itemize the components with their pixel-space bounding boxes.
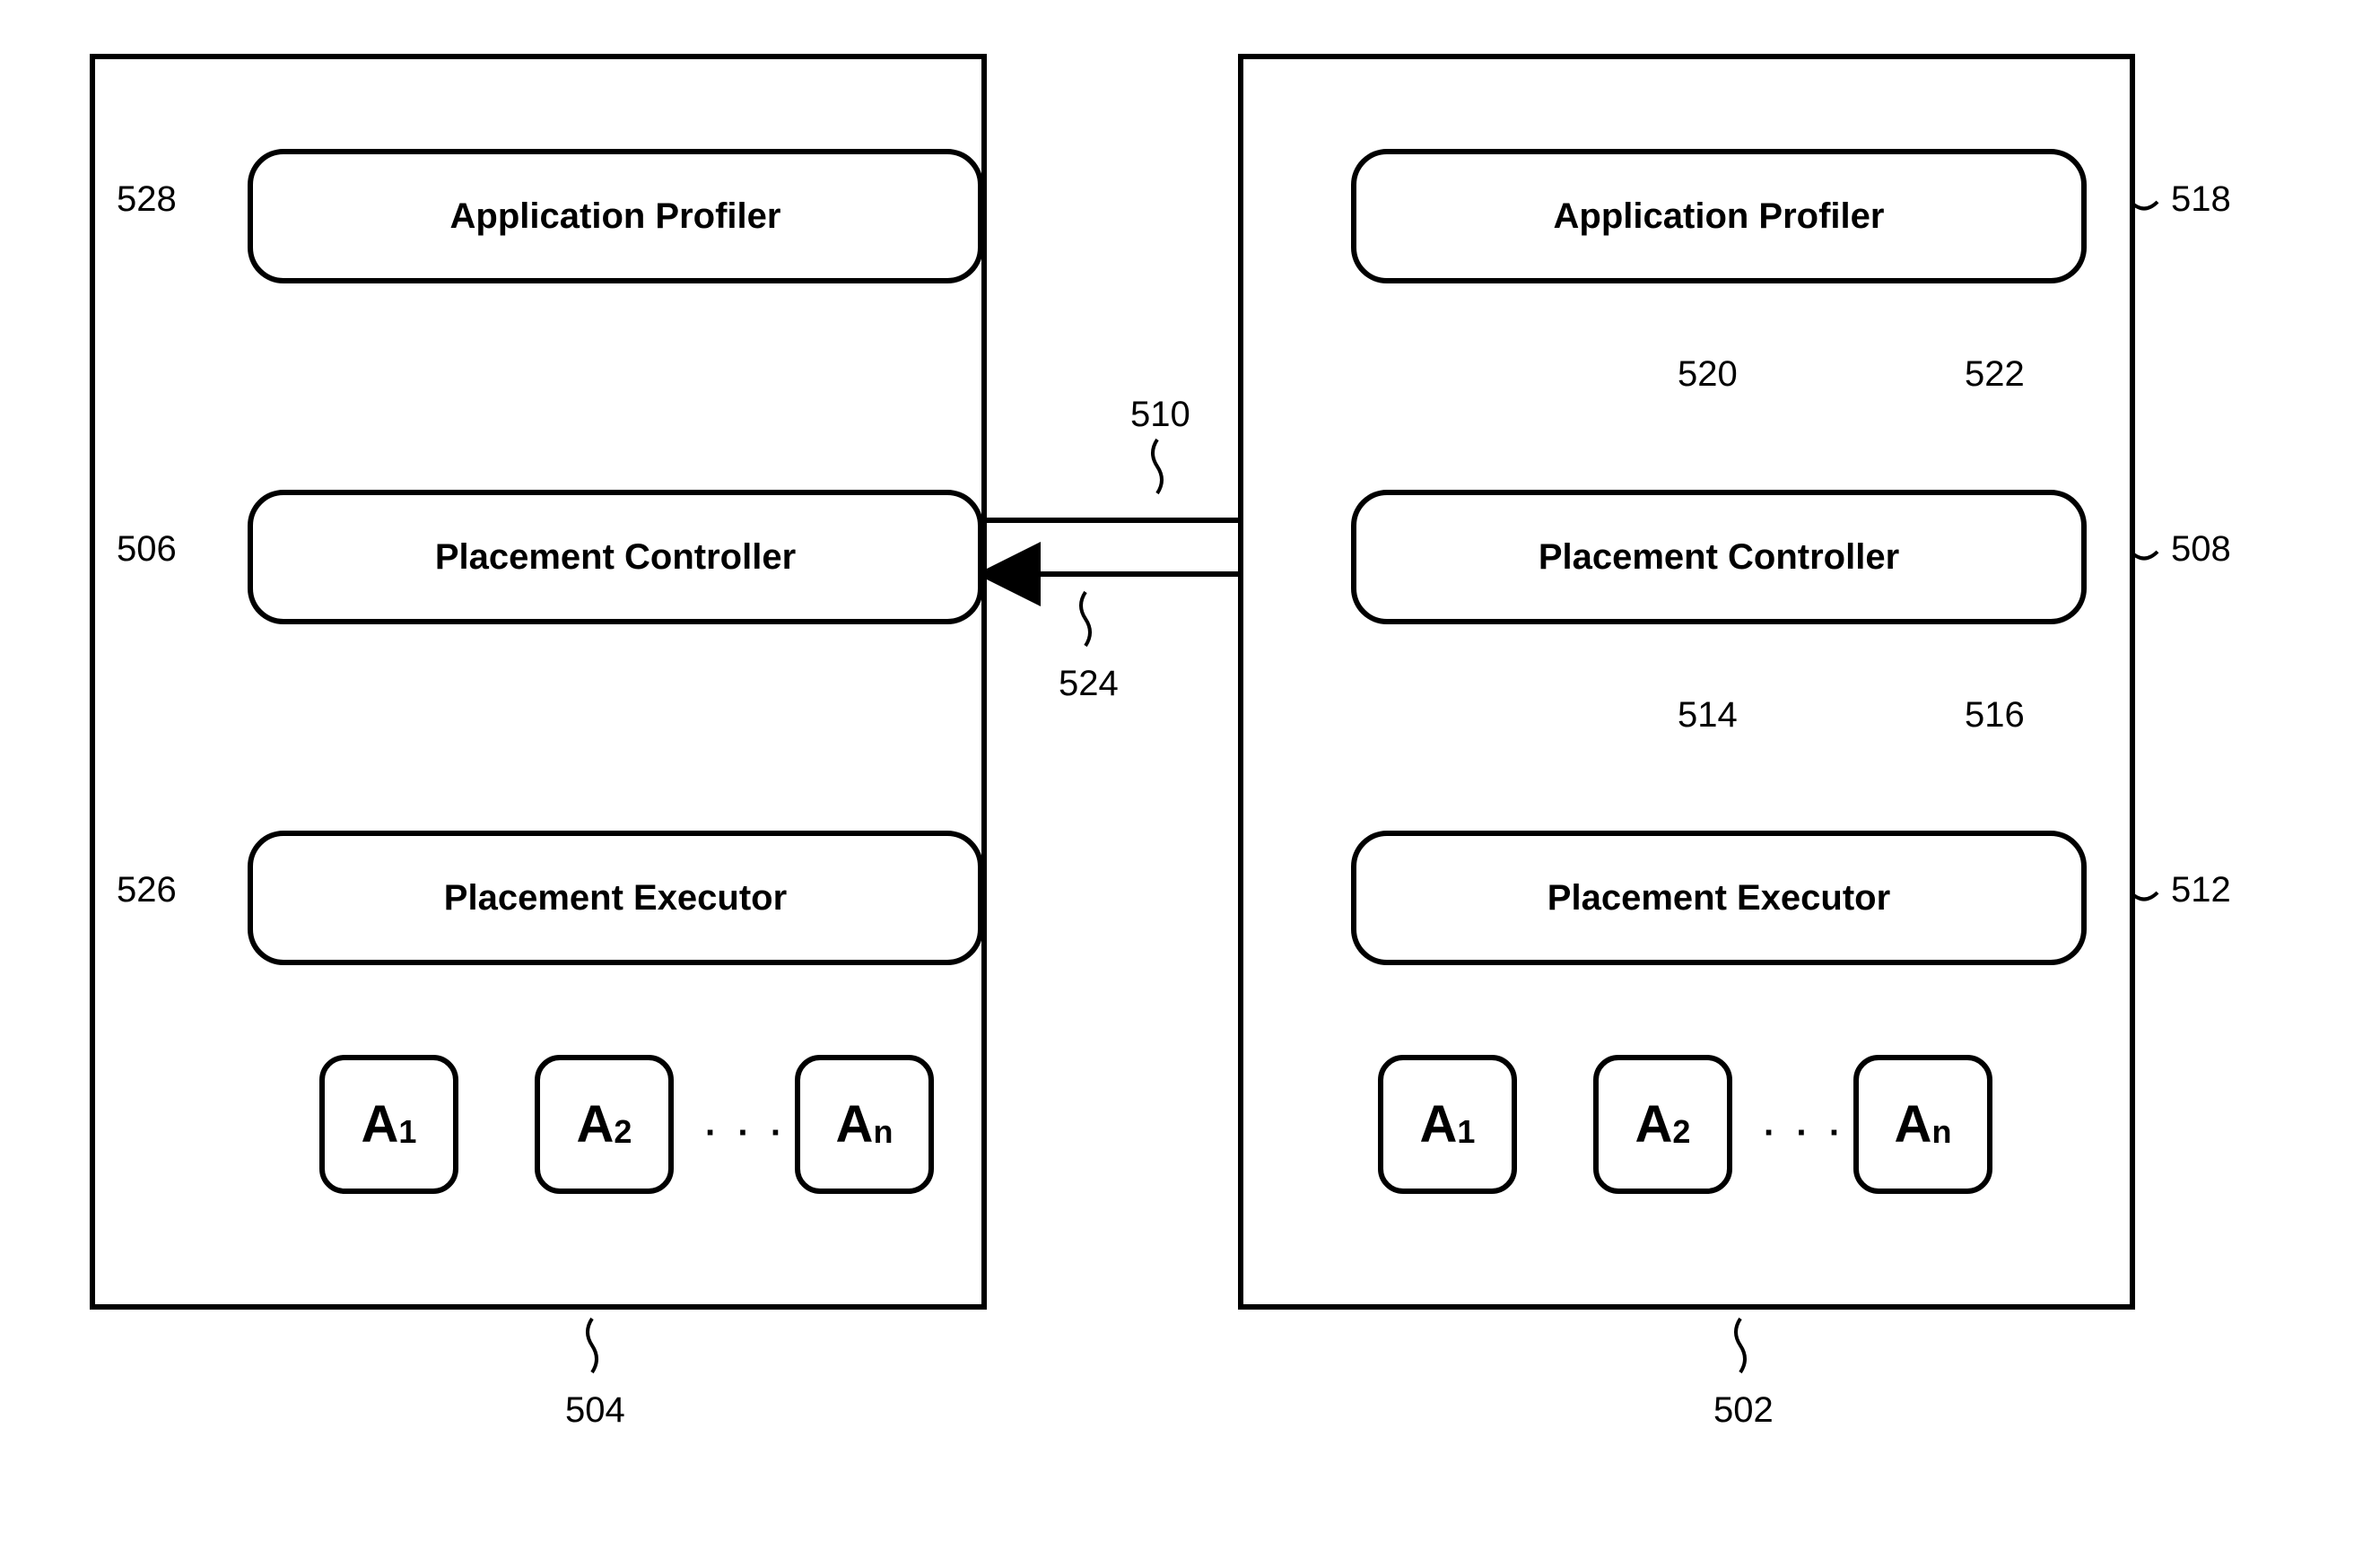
ref-526: 526: [117, 870, 177, 910]
left-node-container: Application Profiler Placement Controlle…: [90, 54, 987, 1310]
ref-524: 524: [1059, 664, 1119, 704]
app-an-right: An: [1853, 1055, 1992, 1194]
app-profiler-label-left: Application Profiler: [450, 196, 781, 237]
app-profiler-box-right: Application Profiler: [1351, 149, 2087, 283]
ref-512: 512: [2171, 870, 2231, 910]
placement-executor-label-left: Placement Executor: [444, 878, 787, 919]
app-a1-left: A1: [319, 1055, 458, 1194]
app-a1-right: A1: [1378, 1055, 1517, 1194]
app-an-left: An: [795, 1055, 934, 1194]
right-node-container: Application Profiler Placement Controlle…: [1238, 54, 2135, 1310]
placement-controller-box-left: Placement Controller: [248, 490, 983, 624]
ref-520: 520: [1678, 354, 1738, 395]
ref-518: 518: [2171, 179, 2231, 220]
placement-controller-label-left: Placement Controller: [435, 537, 796, 578]
apps-ellipsis-left: · · ·: [705, 1113, 788, 1154]
ref-522: 522: [1965, 354, 2025, 395]
placement-executor-box-right: Placement Executor: [1351, 831, 2087, 965]
ref-514: 514: [1678, 695, 1738, 736]
placement-controller-label-right: Placement Controller: [1539, 537, 1899, 578]
app-a2-right: A2: [1593, 1055, 1732, 1194]
ref-508: 508: [2171, 529, 2231, 570]
ref-504: 504: [565, 1390, 625, 1431]
ref-502: 502: [1713, 1390, 1774, 1431]
ref-506: 506: [117, 529, 177, 570]
app-a2-left: A2: [535, 1055, 674, 1194]
ref-510: 510: [1130, 395, 1190, 435]
placement-executor-label-right: Placement Executor: [1547, 878, 1890, 919]
app-profiler-box-left: Application Profiler: [248, 149, 983, 283]
placement-controller-box-right: Placement Controller: [1351, 490, 2087, 624]
ref-516: 516: [1965, 695, 2025, 736]
ref-528: 528: [117, 179, 177, 220]
apps-ellipsis-right: · · ·: [1764, 1113, 1846, 1154]
placement-executor-box-left: Placement Executor: [248, 831, 983, 965]
app-profiler-label-right: Application Profiler: [1554, 196, 1885, 237]
